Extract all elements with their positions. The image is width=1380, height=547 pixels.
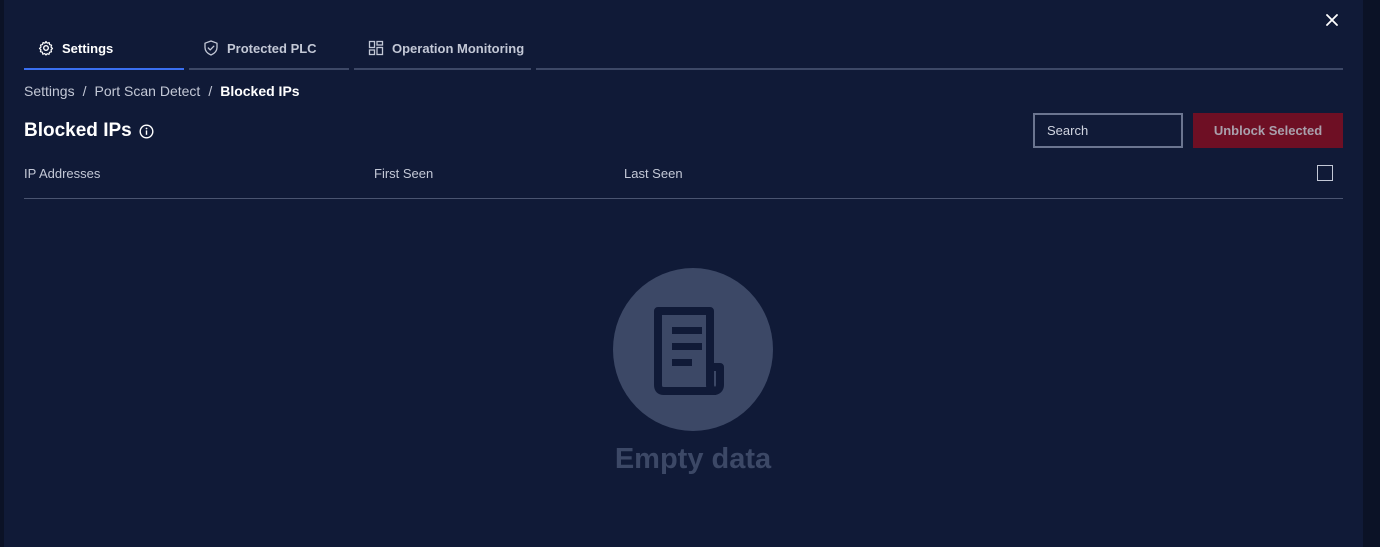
- table-header: IP Addresses First Seen Last Seen: [24, 160, 1343, 199]
- tab-label: Operation Monitoring: [392, 40, 525, 56]
- gear-icon: [38, 40, 54, 56]
- empty-state-illustration: [613, 268, 773, 431]
- dashboard-grid-icon: [368, 40, 384, 56]
- column-header-ip-addresses[interactable]: IP Addresses: [24, 166, 100, 181]
- breadcrumb-item-settings[interactable]: Settings: [24, 83, 75, 99]
- tab-protected-plc[interactable]: Protected PLC: [189, 28, 349, 70]
- page-title: Blocked IPs: [24, 120, 132, 141]
- column-header-first-seen[interactable]: First Seen: [374, 166, 433, 181]
- tab-settings[interactable]: Settings: [24, 28, 184, 70]
- tab-label: Protected PLC: [227, 40, 317, 56]
- breadcrumb-separator: /: [208, 83, 213, 99]
- empty-state-text: Empty data: [614, 443, 772, 475]
- title-row: Blocked IPs: [24, 118, 154, 144]
- empty-state: Empty data: [613, 268, 773, 476]
- shield-check-icon: [203, 40, 219, 56]
- tab-bar: Settings Protected PLC Operation Monitor…: [24, 28, 1343, 70]
- breadcrumb-item-port-scan-detect[interactable]: Port Scan Detect: [94, 83, 200, 99]
- document-icon: [654, 306, 724, 395]
- breadcrumb: Settings / Port Scan Detect / Blocked IP…: [24, 82, 300, 100]
- window-edge: [1363, 0, 1380, 547]
- tab-bar-filler: [536, 28, 1343, 70]
- close-icon: [1326, 14, 1338, 26]
- unblock-selected-button[interactable]: Unblock Selected: [1193, 113, 1343, 148]
- breadcrumb-separator: /: [82, 83, 87, 99]
- column-header-last-seen[interactable]: Last Seen: [624, 166, 683, 181]
- select-all-checkbox[interactable]: [1317, 165, 1333, 181]
- info-icon[interactable]: [139, 123, 154, 139]
- breadcrumb-item-current: Blocked IPs: [220, 83, 300, 99]
- search-input[interactable]: [1033, 113, 1183, 148]
- tab-operation-monitoring[interactable]: Operation Monitoring: [354, 28, 531, 70]
- modal-panel: Settings Protected PLC Operation Monitor…: [4, 0, 1363, 547]
- tab-label: Settings: [62, 40, 114, 56]
